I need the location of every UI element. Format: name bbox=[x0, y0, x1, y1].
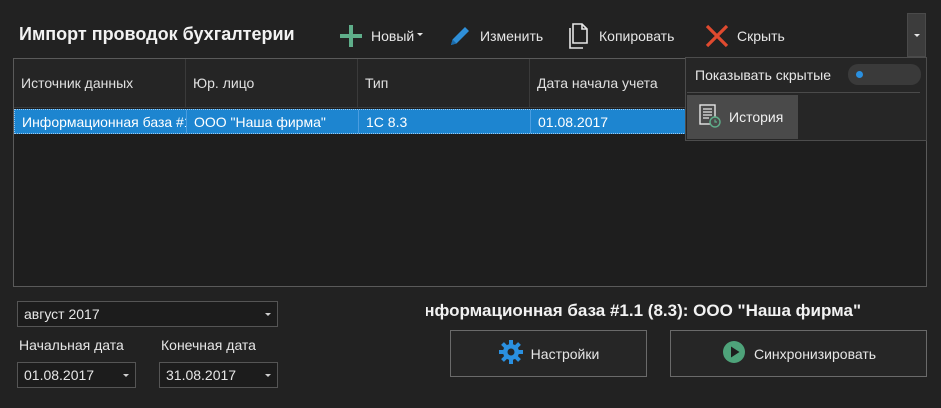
history-button-label: История bbox=[729, 109, 784, 125]
plus-icon bbox=[338, 23, 364, 49]
end-date-label: Конечная дата bbox=[161, 337, 256, 353]
copy-button[interactable]: Копировать bbox=[566, 20, 674, 52]
cell-type: 1С 8.3 bbox=[359, 110, 531, 133]
pencil-icon bbox=[447, 23, 473, 49]
copy-button-label: Копировать bbox=[599, 28, 675, 44]
show-hidden-toggle[interactable] bbox=[848, 64, 921, 85]
chevron-down-icon bbox=[265, 313, 271, 316]
toolbar-overflow-popup: Показывать скрытые История bbox=[685, 57, 927, 141]
column-header-legal-entity[interactable]: Юр. лицо bbox=[186, 59, 358, 107]
selected-source-title: Информационная база #1.1 (8.3): ООО "Наш… bbox=[426, 301, 927, 321]
sync-button[interactable]: Синхронизировать bbox=[670, 330, 927, 377]
period-select-value: август 2017 bbox=[24, 306, 100, 322]
start-date-field[interactable]: 01.08.2017 bbox=[17, 362, 136, 388]
cell-start-date: 01.08.2017 bbox=[531, 110, 703, 133]
new-button[interactable]: Новый bbox=[338, 20, 424, 52]
history-icon bbox=[697, 103, 723, 132]
chevron-down-icon bbox=[913, 33, 920, 37]
column-header-type[interactable]: Тип bbox=[358, 59, 530, 107]
column-header-source[interactable]: Источник данных bbox=[14, 59, 186, 107]
toolbar-more-button[interactable] bbox=[907, 13, 926, 57]
period-select[interactable]: август 2017 bbox=[17, 301, 278, 327]
sync-button-label: Синхронизировать bbox=[753, 345, 877, 362]
start-date-label: Начальная дата bbox=[19, 337, 124, 353]
cell-source: Информационная база #1.1 (8.3) bbox=[15, 110, 187, 133]
edit-button[interactable]: Изменить bbox=[447, 20, 543, 52]
popup-divider bbox=[687, 92, 920, 93]
chevron-down-icon bbox=[417, 32, 424, 36]
cell-legal-entity: ООО "Наша фирма" bbox=[187, 110, 359, 133]
gear-icon bbox=[498, 339, 524, 368]
chevron-down-icon bbox=[123, 374, 129, 377]
history-button[interactable]: История bbox=[687, 95, 798, 139]
chevron-down-icon bbox=[265, 374, 271, 377]
copy-icon bbox=[566, 22, 592, 50]
show-hidden-label: Показывать скрытые bbox=[695, 67, 831, 83]
selected-source-title-text: Информационная база #1.1 (8.3): ООО "Наш… bbox=[426, 301, 862, 320]
edit-button-label: Изменить bbox=[480, 28, 544, 44]
hide-button-label: Скрыть bbox=[737, 28, 785, 44]
close-icon bbox=[704, 23, 730, 49]
toggle-knob bbox=[856, 71, 863, 78]
hide-button[interactable]: Скрыть bbox=[704, 20, 785, 52]
end-date-field[interactable]: 31.08.2017 bbox=[159, 362, 278, 388]
settings-button-label: Настройки bbox=[530, 345, 600, 362]
settings-button[interactable]: Настройки bbox=[450, 330, 647, 377]
column-header-start-date[interactable]: Дата начала учета bbox=[530, 59, 702, 107]
start-date-value: 01.08.2017 bbox=[24, 367, 95, 383]
play-icon bbox=[721, 339, 747, 368]
end-date-value: 31.08.2017 bbox=[166, 367, 237, 383]
new-button-label: Новый bbox=[371, 28, 415, 44]
page-title: Импорт проводок бухгалтерии bbox=[19, 24, 295, 44]
